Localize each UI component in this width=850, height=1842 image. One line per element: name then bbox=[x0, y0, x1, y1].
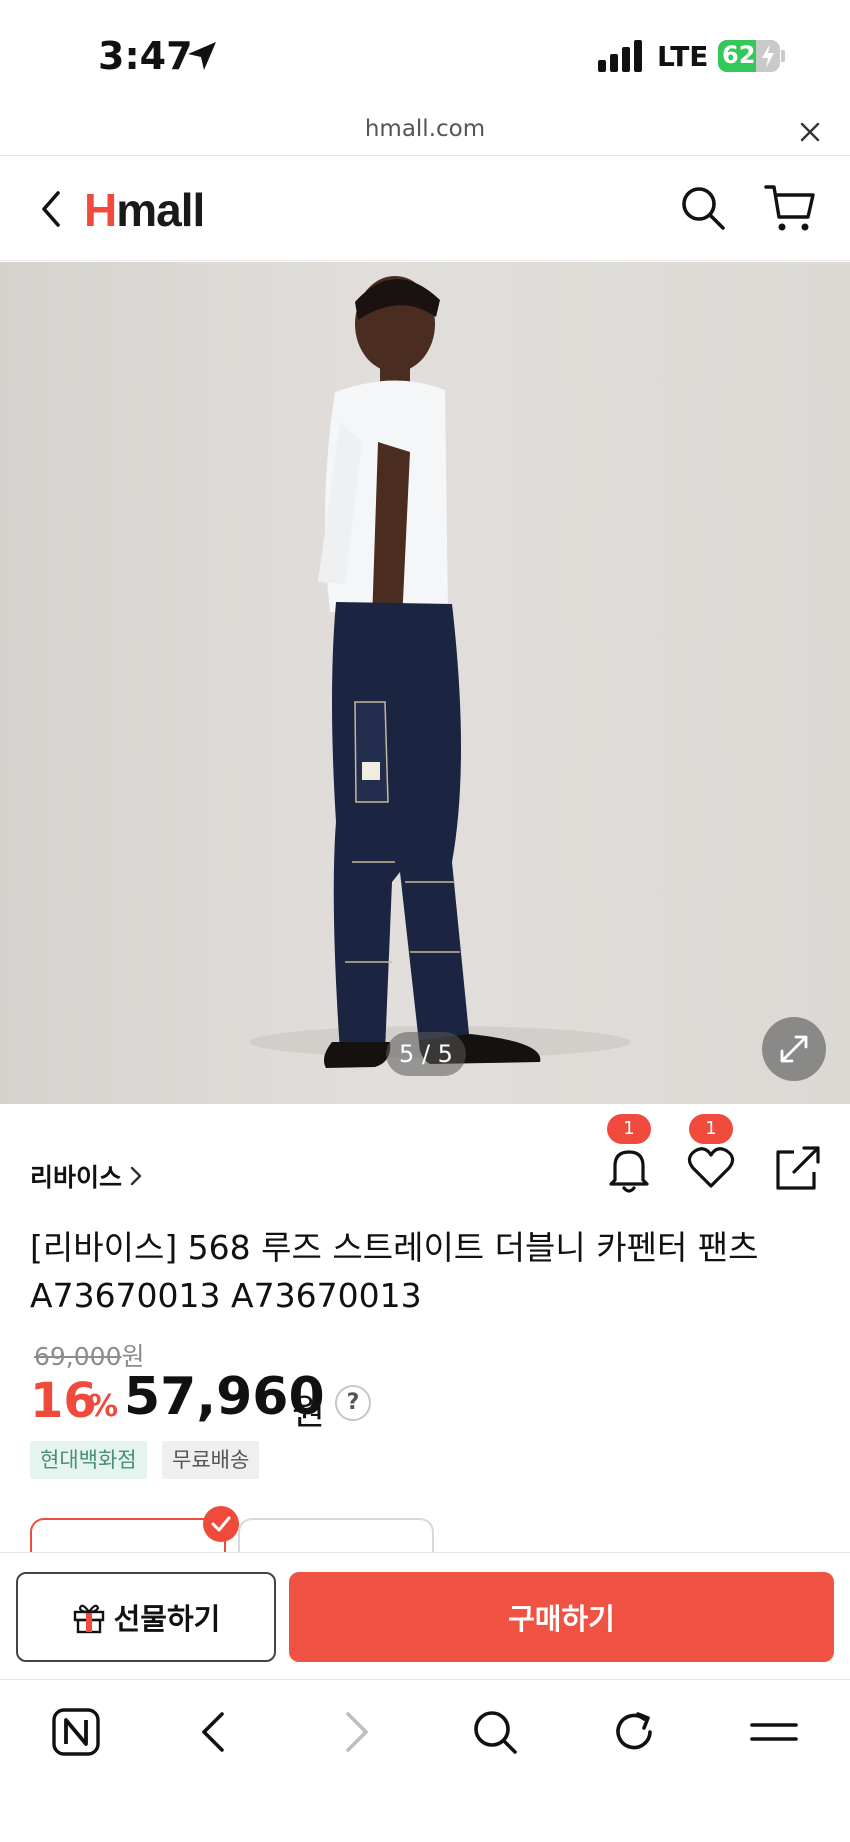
browser-back-icon bbox=[202, 1712, 224, 1752]
like-count-badge: 1 bbox=[689, 1114, 733, 1144]
browser-search-icon bbox=[474, 1711, 517, 1754]
notify-button[interactable]: 1 bbox=[601, 1114, 657, 1196]
app-header: Hmall bbox=[0, 157, 850, 261]
brand-link[interactable]: 리바이스 bbox=[30, 1158, 144, 1194]
brand-name: 리바이스 bbox=[30, 1163, 123, 1192]
check-icon bbox=[211, 1516, 231, 1532]
status-bar: 3:47 LTE 62 bbox=[0, 0, 850, 108]
browser-search-button[interactable] bbox=[469, 1706, 521, 1758]
purchase-bar: 선물하기 구매하기 bbox=[0, 1552, 850, 1679]
network-label: LTE bbox=[657, 40, 709, 73]
buy-button[interactable]: 구매하기 bbox=[289, 1572, 834, 1662]
refresh-icon bbox=[616, 1712, 652, 1750]
back-arrow-icon[interactable] bbox=[34, 187, 66, 231]
close-icon[interactable] bbox=[798, 120, 822, 144]
share-icon bbox=[776, 1146, 820, 1190]
image-counter: 5 / 5 bbox=[386, 1032, 466, 1076]
url-bar: hmall.com bbox=[0, 108, 850, 156]
share-button[interactable] bbox=[770, 1140, 826, 1196]
logo-h: H bbox=[84, 184, 117, 236]
browser-toolbar bbox=[0, 1679, 850, 1842]
battery-percent: 62 bbox=[722, 41, 756, 69]
gift-icon bbox=[73, 1604, 104, 1634]
discount-unit: % bbox=[88, 1389, 119, 1424]
url-domain[interactable]: hmall.com bbox=[0, 116, 850, 142]
refresh-button[interactable] bbox=[608, 1706, 660, 1758]
signal-icon bbox=[598, 40, 642, 72]
naver-home-button[interactable] bbox=[50, 1706, 102, 1758]
hmall-logo[interactable]: Hmall bbox=[84, 183, 205, 237]
battery-cap bbox=[781, 50, 785, 62]
selected-check-badge bbox=[203, 1506, 239, 1542]
gift-button[interactable]: 선물하기 bbox=[16, 1572, 276, 1662]
gift-label: 선물하기 bbox=[113, 1602, 221, 1636]
menu-icon bbox=[750, 1723, 798, 1741]
logo-rest: mall bbox=[116, 184, 205, 236]
sale-price-unit: 원 bbox=[292, 1392, 326, 1433]
cart-icon[interactable] bbox=[764, 183, 816, 233]
charging-bolt-icon bbox=[762, 44, 774, 68]
notify-count-badge: 1 bbox=[607, 1114, 651, 1144]
battery-icon: 62 bbox=[718, 40, 780, 72]
expand-icon bbox=[780, 1035, 808, 1063]
heart-icon bbox=[687, 1147, 735, 1188]
browser-forward-button[interactable] bbox=[330, 1706, 382, 1758]
expand-image-button[interactable] bbox=[762, 1017, 826, 1081]
search-icon[interactable] bbox=[680, 185, 726, 231]
menu-button[interactable] bbox=[748, 1706, 800, 1758]
original-price-value: 69,000 bbox=[34, 1342, 122, 1371]
bell-icon bbox=[609, 1150, 649, 1193]
product-photo bbox=[250, 276, 630, 1068]
product-image[interactable]: 5 / 5 bbox=[0, 262, 850, 1104]
status-time: 3:47 bbox=[98, 34, 193, 78]
buy-label: 구매하기 bbox=[508, 1602, 615, 1636]
browser-back-button[interactable] bbox=[188, 1706, 240, 1758]
price-help-icon[interactable]: ? bbox=[335, 1385, 371, 1421]
naver-icon bbox=[52, 1708, 100, 1756]
location-arrow-icon bbox=[188, 42, 216, 70]
free-shipping-tag: 무료배송 bbox=[162, 1441, 260, 1479]
store-tag: 현대백화점 bbox=[30, 1441, 147, 1479]
browser-forward-icon bbox=[346, 1712, 368, 1752]
product-title: [리바이스] 568 루즈 스트레이트 더블니 카펜터 팬츠 A73670013… bbox=[30, 1228, 759, 1315]
discount-rate: 16 bbox=[30, 1373, 97, 1429]
chevron-right-icon bbox=[130, 1166, 142, 1186]
like-button[interactable]: 1 bbox=[683, 1114, 739, 1196]
